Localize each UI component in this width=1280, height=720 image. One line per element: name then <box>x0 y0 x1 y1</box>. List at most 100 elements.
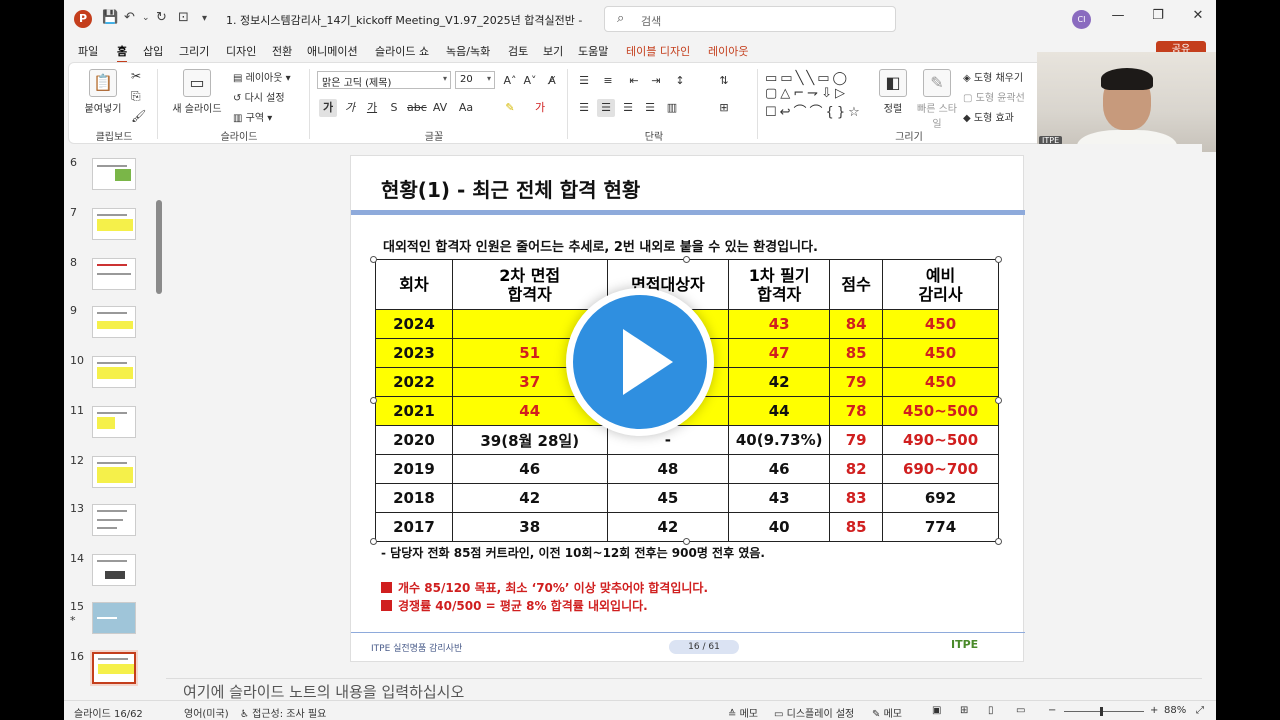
table-cell[interactable]: 39(8월 28일) <box>451 425 608 455</box>
header-cell[interactable]: 점수 <box>829 259 884 310</box>
table-cell[interactable]: 43 <box>728 309 831 339</box>
slide-thumbnail[interactable] <box>92 504 136 536</box>
slide-note-text[interactable]: - 담당자 전화 85점 커트라인, 이전 10회~12회 전후는 900명 전… <box>381 544 765 561</box>
numbering-icon[interactable]: ≡ <box>599 72 617 90</box>
presentation-icon[interactable]: ⊡ <box>178 10 189 25</box>
shape-fill-button[interactable]: ◈ 도형 채우기 <box>963 69 1023 84</box>
fit-to-window-icon[interactable]: ⤢ <box>1196 705 1204 716</box>
table-cell[interactable]: 46 <box>451 454 608 484</box>
table-cell[interactable]: 774 <box>882 512 999 542</box>
table-cell[interactable]: 2017 <box>375 512 453 542</box>
customize-toolbar-icon[interactable]: ▾ <box>202 13 207 24</box>
text-direction-icon[interactable]: ⇅ <box>715 72 733 90</box>
reset-button[interactable]: ↺ 다시 설정 <box>233 89 285 104</box>
header-cell[interactable]: 예비 감리사 <box>882 259 999 310</box>
columns-icon[interactable]: ▥ <box>663 99 681 117</box>
shadow-icon[interactable]: S <box>385 99 403 117</box>
bullets-icon[interactable]: ☰ <box>575 72 593 90</box>
copy-icon[interactable]: ⎘ <box>131 89 141 104</box>
table-cell[interactable]: 85 <box>829 512 884 542</box>
table-cell[interactable]: 450 <box>882 367 999 397</box>
underline-icon[interactable]: 가 <box>363 99 381 117</box>
table-row[interactable]: 2020 39(8월 28일) -40(9.73%) 79 490~500 <box>375 425 999 455</box>
resize-handle[interactable] <box>370 538 377 545</box>
table-cell[interactable]: 2018 <box>375 483 453 513</box>
table-cell[interactable]: 78 <box>829 396 884 426</box>
reading-view-icon[interactable]: ▯ <box>988 705 994 716</box>
cut-icon[interactable]: ✂ <box>131 69 141 83</box>
tab-animations[interactable]: 애니메이션 <box>307 43 358 59</box>
font-color-icon[interactable]: 가 <box>531 99 549 117</box>
font-family-select[interactable]: 맑은 고딕 (제목) ▾ <box>317 71 451 89</box>
bold-icon[interactable]: 가 <box>319 99 337 117</box>
resize-handle[interactable] <box>683 538 690 545</box>
table-cell[interactable]: 46 <box>728 454 831 484</box>
table-cell[interactable]: 2021 <box>375 396 453 426</box>
tab-draw[interactable]: 그리기 <box>179 43 209 59</box>
slide-thumbnail[interactable] <box>92 456 136 488</box>
slide-title[interactable]: 현황(1) - 최근 전체 합격 현황 <box>381 174 640 203</box>
slide-thumbnail[interactable] <box>92 602 136 634</box>
user-avatar[interactable]: CI <box>1072 10 1091 29</box>
tab-file[interactable]: 파일 <box>78 43 98 59</box>
table-cell[interactable]: 42 <box>451 483 608 513</box>
normal-view-icon[interactable]: ▣ <box>932 705 941 716</box>
zoom-slider[interactable] <box>1064 711 1144 712</box>
strikethrough-icon[interactable]: abc <box>407 99 427 117</box>
zoom-slider-thumb[interactable] <box>1100 707 1103 716</box>
tab-review[interactable]: 검토 <box>508 43 528 59</box>
bullet-item[interactable]: 경쟁률 40/500 = 평균 8% 합격률 내외입니다. <box>381 597 648 614</box>
search-box[interactable]: ⌕ 검색 <box>604 6 896 32</box>
increase-indent-icon[interactable]: ⇥ <box>647 72 665 90</box>
table-cell[interactable]: 2024 <box>375 309 453 339</box>
slide-sorter-icon[interactable]: ⊞ <box>960 705 968 716</box>
tab-design[interactable]: 디자인 <box>226 43 256 59</box>
change-case-icon[interactable]: Aa <box>457 99 475 117</box>
table-cell[interactable]: 40 <box>728 512 831 542</box>
italic-icon[interactable]: 가 <box>341 99 359 117</box>
format-painter-icon[interactable]: 🖌 <box>131 109 146 123</box>
table-cell[interactable]: 692 <box>882 483 999 513</box>
table-cell[interactable]: 38 <box>451 512 608 542</box>
table-cell[interactable]: 2019 <box>375 454 453 484</box>
maximize-icon[interactable]: ❐ <box>1146 8 1170 23</box>
language-status[interactable]: 영어(미국) <box>184 705 229 720</box>
tab-slideshow[interactable]: 슬라이드 쇼 <box>375 43 429 59</box>
header-cell[interactable]: 회차 <box>375 259 453 310</box>
zoom-level[interactable]: 88% <box>1164 705 1186 716</box>
table-cell[interactable]: 450 <box>882 309 999 339</box>
zoom-in-icon[interactable]: + <box>1150 705 1158 716</box>
undo-icon[interactable]: ↶ <box>124 10 135 25</box>
slide-thumbnail[interactable] <box>92 158 136 190</box>
clear-format-icon[interactable]: A̸ <box>543 72 561 90</box>
arrange-button[interactable]: ◧ 정렬 <box>875 69 911 115</box>
table-cell[interactable]: 79 <box>829 425 884 455</box>
section-button[interactable]: ▥ 구역 ▾ <box>233 109 272 124</box>
table-row[interactable]: 2018 42 45 43 83 692 <box>375 483 999 513</box>
table-cell[interactable]: 490~500 <box>882 425 999 455</box>
notes-button[interactable]: ≙ 메모 <box>728 705 758 720</box>
align-right-icon[interactable]: ☰ <box>619 99 637 117</box>
align-center-icon[interactable]: ☰ <box>597 99 615 117</box>
table-cell[interactable]: 44 <box>728 396 831 426</box>
save-icon[interactable]: 💾 <box>102 10 118 25</box>
decrease-font-icon[interactable]: A˅ <box>521 72 539 90</box>
slide-thumbnail[interactable] <box>92 356 136 388</box>
zoom-out-icon[interactable]: − <box>1048 705 1056 716</box>
tab-insert[interactable]: 삽입 <box>143 43 163 59</box>
highlight-icon[interactable]: ✎ <box>501 99 519 117</box>
slideshow-icon[interactable]: ▭ <box>1016 705 1025 716</box>
align-left-icon[interactable]: ☰ <box>575 99 593 117</box>
tab-table-design[interactable]: 테이블 디자인 <box>626 43 690 59</box>
new-slide-button[interactable]: ▭ 새 슬라이드 <box>167 69 227 115</box>
table-cell[interactable]: 85 <box>829 338 884 368</box>
table-row[interactable]: 2019 46 48 46 82 690~700 <box>375 454 999 484</box>
table-cell[interactable]: 43 <box>728 483 831 513</box>
table-cell[interactable]: 2022 <box>375 367 453 397</box>
bullet-item[interactable]: 개수 85/120 목표, 최소 ‘70%’ 이상 맞추어야 합격입니다. <box>381 579 708 596</box>
shapes-gallery[interactable]: ▭▭╲╲▭◯ ▢△⌐⇁⇩▷ ☐↩⌒⌒{}☆ <box>765 71 863 120</box>
slide-thumbnail[interactable] <box>92 208 136 240</box>
tab-table-layout[interactable]: 레이아웃 <box>708 43 748 59</box>
table-cell[interactable]: 450 <box>882 338 999 368</box>
slide-thumbnail[interactable] <box>92 258 136 290</box>
